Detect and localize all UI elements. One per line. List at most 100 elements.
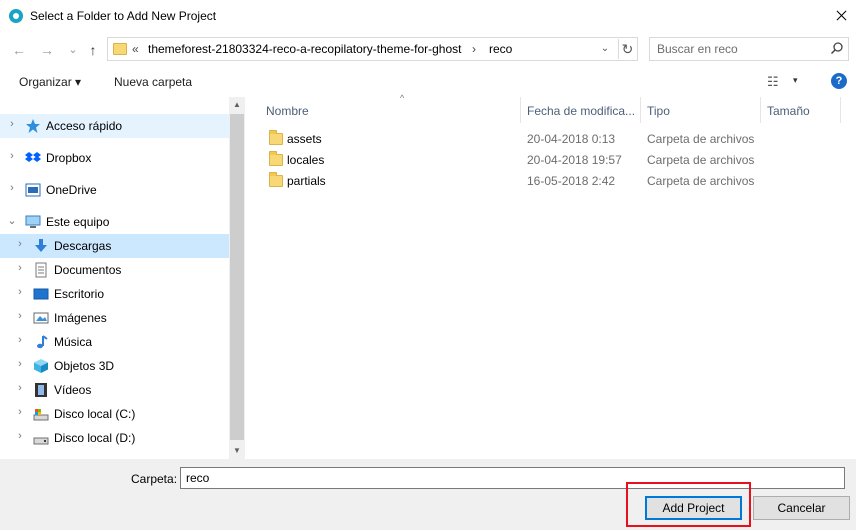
file-list: Nombre ^ Fecha de modifica... Tipo Tamañ… [246,93,856,459]
computer-icon [25,214,41,230]
file-row-locales[interactable]: locales 20-04-2018 19:57 Carpeta de arch… [246,150,846,171]
folder-label: Carpeta: [131,472,178,486]
file-name: assets [287,132,322,146]
sidebar-item-label: Escritorio [54,287,105,301]
file-type: Carpeta de archivos [647,153,755,167]
sidebar-item-label: Vídeos [54,383,92,397]
column-header-label: Tipo [647,104,670,118]
breadcrumb-reco[interactable]: reco [489,42,512,56]
sidebar-item-label: Música [54,335,93,349]
folder-icon [269,172,283,187]
sidebar-item-label: Descargas [54,239,112,253]
scroll-down-icon[interactable]: ▼ [229,443,245,459]
expand-chevron-right-icon[interactable]: › [14,334,26,346]
search-placeholder: Buscar en reco [657,42,738,56]
sidebar-item-escritorio[interactable]: › Escritorio [0,282,229,306]
up-arrow-icon[interactable]: ↑ [82,40,104,60]
cube-icon [33,358,49,374]
expand-chevron-right-icon[interactable]: › [14,430,26,442]
chevron-down-icon[interactable]: ⌄ [597,40,613,58]
drive-c-icon [33,406,49,422]
expand-chevron-right-icon[interactable]: › [14,238,26,250]
recent-locations-icon[interactable]: ⌄ [62,40,84,60]
file-date: 16-05-2018 2:42 [527,174,616,188]
column-header-type[interactable]: Tipo [641,97,761,123]
dropbox-icon [25,150,41,166]
expand-chevron-right-icon[interactable]: › [14,262,26,274]
sidebar-item-onedrive[interactable]: › OneDrive [0,178,229,202]
sidebar-item-dropbox[interactable]: › Dropbox [0,146,229,170]
expand-chevron-right-icon[interactable]: › [6,150,18,162]
folder-icon [113,43,127,55]
sidebar-item-documentos[interactable]: › Documentos [0,258,229,282]
expand-chevron-down-icon[interactable]: ⌄ [6,214,18,227]
forward-arrow-icon[interactable]: → [36,40,58,60]
sidebar-item-objetos-3d[interactable]: › Objetos 3D [0,354,229,378]
window-title: Select a Folder to Add New Project [30,9,217,23]
search-input[interactable]: Buscar en reco [649,37,849,61]
sort-ascending-icon: ^ [400,93,405,103]
sidebar-item-música[interactable]: › Música [0,330,229,354]
column-header-date[interactable]: Fecha de modifica... [521,97,641,123]
expand-chevron-right-icon[interactable]: › [6,182,18,194]
sidebar-item-vídeos[interactable]: › Vídeos [0,378,229,402]
scroll-thumb[interactable] [230,114,244,440]
column-header-label: Nombre [266,104,309,118]
column-header-size[interactable]: Tamaño [761,97,841,123]
sidebar-item-label: Este equipo [46,215,110,229]
sidebar-item-disco-local-d[interactable]: › Disco local (D:) [0,426,229,450]
expand-chevron-right-icon[interactable]: › [14,382,26,394]
search-icon[interactable] [830,41,844,55]
file-type: Carpeta de archivos [647,174,755,188]
file-row-assets[interactable]: assets 20-04-2018 0:13 Carpeta de archiv… [246,129,846,150]
breadcrumb-separator-icon[interactable]: › [472,42,476,56]
expand-chevron-right-icon[interactable]: › [14,406,26,418]
sidebar-item-disco-local-c[interactable]: › Disco local (C:) [0,402,229,426]
navigation-scrollbar[interactable]: ▲ ▼ [229,97,245,459]
file-date: 20-04-2018 19:57 [527,153,622,167]
column-header-label: Tamaño [767,104,810,118]
view-options-icon[interactable]: ☷ [767,74,783,89]
star-icon [25,118,41,134]
sidebar-item-label: Imágenes [54,311,107,325]
add-project-button[interactable]: Add Project [645,496,742,520]
sidebar-item-label: Disco local (D:) [54,431,136,445]
onedrive-icon [25,182,41,198]
file-date: 20-04-2018 0:13 [527,132,616,146]
pictures-icon [33,310,49,326]
folder-icon [269,151,283,166]
sidebar-item-descargas[interactable]: › Descargas [0,234,229,258]
toolbar: Organizar ▾ Nueva carpeta ☷ ▾ ? [0,66,856,96]
new-folder-button[interactable]: Nueva carpeta [114,75,192,89]
sidebar-item-label: Disco local (C:) [54,407,136,421]
sidebar-item-label: OneDrive [46,183,97,197]
folder-icon [269,130,283,145]
download-icon [33,238,49,254]
column-header-label: Fecha de modifica... [527,104,636,118]
file-row-partials[interactable]: partials 16-05-2018 2:42 Carpeta de arch… [246,171,846,192]
column-header-name[interactable]: Nombre ^ [260,93,521,123]
sidebar-item-imágenes[interactable]: › Imágenes [0,306,229,330]
expand-chevron-right-icon[interactable]: › [14,286,26,298]
folder-name-value: reco [186,471,210,485]
close-button[interactable] [826,2,856,30]
overflow-chevron-icon[interactable]: « [132,42,139,56]
scroll-up-icon[interactable]: ▲ [229,97,245,113]
organize-menu-button[interactable]: Organizar ▾ [19,75,81,89]
breadcrumb-themeforest[interactable]: themeforest-21803324-reco-a-recopilatory… [148,42,461,56]
video-icon [33,382,49,398]
file-type: Carpeta de archivos [647,132,755,146]
expand-chevron-right-icon[interactable]: › [14,310,26,322]
cancel-button[interactable]: Cancelar [753,496,850,520]
sidebar-item-este-equipo[interactable]: ⌄ Este equipo [0,210,229,234]
sidebar-item-label: Documentos [54,263,122,277]
sidebar-item-acceso-rápido[interactable]: › Acceso rápido [0,114,229,138]
view-dropdown-icon[interactable]: ▾ [793,75,798,86]
refresh-icon[interactable]: ↻ [618,39,636,59]
help-icon[interactable]: ? [831,73,847,89]
file-name: locales [287,153,325,167]
back-arrow-icon[interactable]: ← [8,40,30,60]
expand-chevron-right-icon[interactable]: › [6,118,18,130]
address-bar[interactable]: « themeforest-21803324-reco-a-recopilato… [107,37,638,61]
expand-chevron-right-icon[interactable]: › [14,358,26,370]
